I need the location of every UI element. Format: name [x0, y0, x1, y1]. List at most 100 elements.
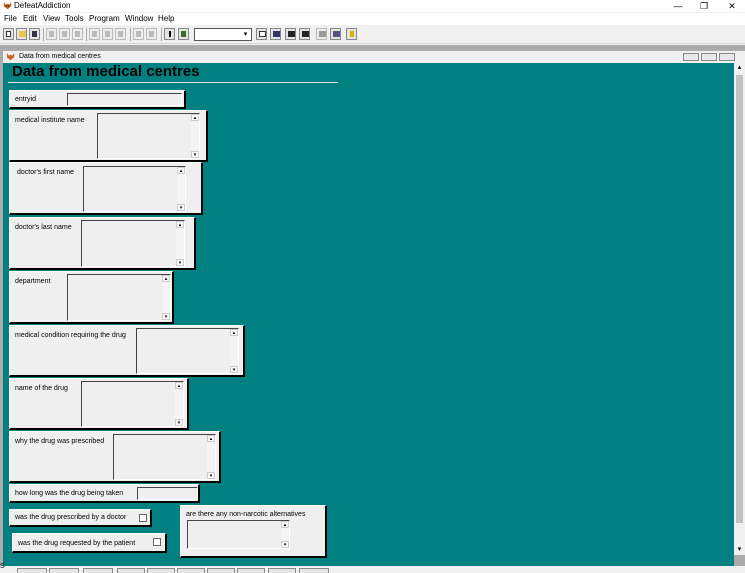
print-icon[interactable] [46, 28, 57, 40]
child-minimize-button[interactable] [683, 53, 699, 61]
field-panel-doctors-last-name: doctor's last name ▴ ▾ [9, 217, 196, 270]
menu-file[interactable]: File [4, 14, 17, 23]
minimize-button[interactable]: — [668, 0, 688, 12]
edit-record-icon[interactable] [330, 28, 341, 40]
field-panel-medical-condition: medical condition requiring the drug ▴ ▾ [9, 325, 245, 377]
textbox-scrollbar[interactable]: ▴ ▾ [175, 382, 183, 426]
scroll-up-arrow-icon[interactable]: ▴ [734, 63, 745, 73]
menu-tools[interactable]: Tools [65, 14, 84, 23]
nav-button-6[interactable] [177, 568, 205, 573]
paste-icon[interactable] [115, 28, 126, 40]
label-medical-institute-name: medical institute name [15, 117, 85, 124]
heading-divider [8, 82, 338, 83]
menu-edit[interactable]: Edit [23, 14, 37, 23]
scroll-thumb[interactable] [736, 75, 743, 523]
chevron-down-icon[interactable]: ▾ [241, 30, 250, 39]
nav-button-9[interactable] [268, 568, 296, 573]
find-icon[interactable] [72, 28, 83, 40]
nav-button-8[interactable] [237, 568, 265, 573]
form-heading: Data from medical centres [12, 63, 200, 80]
label-why-prescribed: why the drug was prescribed [15, 438, 105, 445]
nav-button-5[interactable] [147, 568, 175, 573]
form-view-icon[interactable] [256, 28, 267, 40]
fox-app-icon [3, 1, 12, 10]
input-non-narcotic[interactable]: ▴ ▾ [187, 520, 290, 549]
form-canvas: Data from medical centres entryid medica… [3, 63, 734, 573]
textbox-scrollbar[interactable]: ▴ ▾ [230, 329, 238, 373]
open-folder-icon[interactable] [16, 28, 27, 40]
menu-program[interactable]: Program [89, 14, 120, 23]
help-question-icon[interactable] [346, 28, 357, 40]
form-vertical-scrollbar[interactable]: ▴ ▾ [734, 63, 745, 555]
field-panel-medical-institute-name: medical institute name ▴ ▾ [9, 110, 208, 162]
status-text: S [0, 563, 5, 570]
label-department: department [15, 278, 51, 285]
fox-app-icon [6, 52, 15, 61]
new-file-icon[interactable] [3, 28, 14, 40]
field-panel-requested-by-patient: was the drug requested by the patient [12, 533, 167, 553]
binoculars-icon[interactable] [285, 28, 296, 40]
redo-icon[interactable] [146, 28, 157, 40]
nav-button-7[interactable] [207, 568, 235, 573]
input-why-prescribed[interactable]: ▴ ▾ [113, 434, 216, 480]
print-preview-icon[interactable] [59, 28, 70, 40]
toolbar-combo[interactable]: ▾ [194, 28, 252, 41]
input-entryid[interactable] [67, 93, 182, 106]
textbox-scrollbar[interactable]: ▴ ▾ [281, 521, 289, 548]
nav-button-1[interactable] [17, 568, 47, 573]
textbox-scrollbar[interactable]: ▴ ▾ [207, 435, 215, 479]
field-panel-why-prescribed: why the drug was prescribed ▴ ▾ [9, 431, 221, 483]
field-panel-doctors-first-name: doctor's first name ▴ ▾ [9, 162, 203, 215]
input-how-long[interactable] [137, 487, 198, 500]
child-close-button[interactable] [719, 53, 735, 61]
input-medical-condition[interactable]: ▴ ▾ [136, 328, 239, 374]
table-view-icon[interactable] [270, 28, 281, 40]
label-non-narcotic: are there any non-narcotic alternatives [186, 511, 306, 518]
field-panel-non-narcotic: are there any non-narcotic alternatives … [180, 505, 327, 558]
textbox-scrollbar[interactable]: ▴ ▾ [177, 167, 185, 211]
input-doctors-last-name[interactable]: ▴ ▾ [81, 220, 185, 267]
field-panel-how-long: how long was the drug being taken [9, 484, 200, 503]
input-department[interactable]: ▴ ▾ [67, 274, 171, 321]
field-panel-prescribed-by-doctor: was the drug prescribed by a doctor [9, 509, 152, 527]
close-button[interactable]: ✕ [722, 0, 742, 12]
checkbox-prescribed-by-doctor[interactable] [139, 514, 147, 522]
nav-button-4[interactable] [117, 568, 145, 573]
toolbar: ▾ [0, 26, 745, 44]
undo-icon[interactable] [133, 28, 144, 40]
input-medical-institute-name[interactable]: ▴ ▾ [97, 113, 200, 159]
label-requested-by-patient: was the drug requested by the patient [18, 540, 136, 547]
app-title: DefeatAddiction [14, 1, 71, 10]
run-exclamation-icon[interactable] [164, 28, 175, 40]
title-bar: DefeatAddiction — ❐ ✕ [0, 0, 745, 12]
child-window-title-bar: Data from medical centres [3, 51, 745, 63]
nav-button-2[interactable] [49, 568, 79, 573]
field-panel-entryid: entryid [9, 90, 186, 109]
label-how-long: how long was the drug being taken [15, 490, 124, 497]
child-restore-button[interactable] [701, 53, 717, 61]
camera-icon[interactable] [299, 28, 310, 40]
child-window-title: Data from medical centres [19, 53, 101, 60]
textbox-scrollbar[interactable]: ▴ ▾ [162, 275, 170, 320]
textbox-scrollbar[interactable]: ▴ ▾ [176, 221, 184, 266]
save-disk-icon[interactable] [29, 28, 40, 40]
chart-icon[interactable] [178, 28, 189, 40]
input-doctors-first-name[interactable]: ▴ ▾ [83, 166, 186, 212]
scroll-down-arrow-icon[interactable]: ▾ [734, 545, 745, 555]
menu-window[interactable]: Window [125, 14, 153, 23]
export-icon[interactable] [316, 28, 327, 40]
cut-icon[interactable] [89, 28, 100, 40]
label-doctors-last-name: doctor's last name [15, 224, 72, 231]
textbox-scrollbar[interactable]: ▴ ▾ [191, 114, 199, 158]
label-doctors-first-name: doctor's first name [17, 169, 74, 176]
restore-button[interactable]: ❐ [694, 0, 714, 12]
field-panel-name-of-drug: name of the drug ▴ ▾ [9, 378, 189, 430]
checkbox-requested-by-patient[interactable] [153, 538, 161, 546]
menu-help[interactable]: Help [158, 14, 174, 23]
field-panel-department: department ▴ ▾ [9, 271, 174, 324]
nav-button-10[interactable] [299, 568, 329, 573]
menu-view[interactable]: View [43, 14, 60, 23]
nav-button-3[interactable] [83, 568, 113, 573]
copy-icon[interactable] [102, 28, 113, 40]
input-name-of-drug[interactable]: ▴ ▾ [81, 381, 184, 427]
